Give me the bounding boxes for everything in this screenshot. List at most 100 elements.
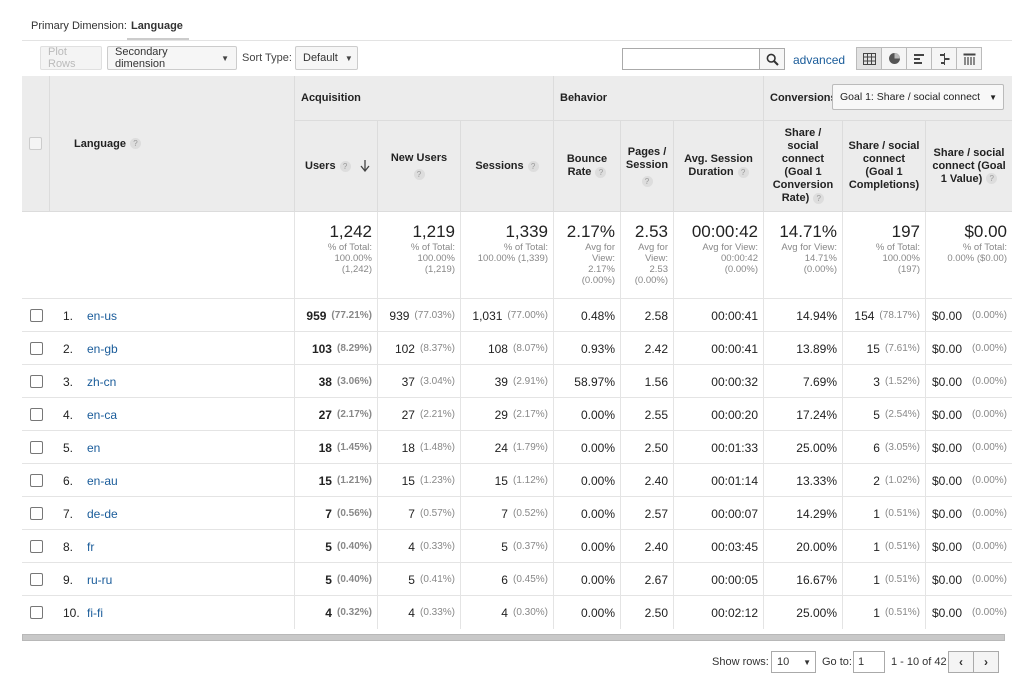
conv-rate-cell: 17.24% — [764, 398, 843, 431]
sessions-cell-value: 5 — [501, 539, 508, 554]
select-all-checkbox[interactable] — [29, 137, 42, 150]
language-link[interactable]: en-us — [87, 309, 117, 323]
language-link[interactable]: en-au — [87, 474, 118, 488]
help-icon[interactable]: ? — [986, 173, 998, 185]
row-checkbox[interactable] — [29, 342, 43, 355]
language-link[interactable]: zh-cn — [87, 375, 116, 389]
advanced-filter-link[interactable]: advanced — [793, 53, 845, 67]
avg-duration-cell-value: 00:00:07 — [711, 506, 758, 521]
row-checkbox[interactable] — [29, 573, 43, 586]
row-checkbox[interactable] — [29, 474, 43, 487]
language-cell: 6. en-au — [50, 464, 295, 497]
show-rows-select[interactable]: 10 ▼ — [771, 651, 816, 673]
pages-session-column-header[interactable]: Pages / Session? — [621, 121, 674, 212]
conv-rate-total: 14.71% Avg for View: 14.71% (0.00%) — [764, 212, 843, 298]
sessions-cell-percent: (1.79%) — [512, 442, 548, 453]
sessions-column-header[interactable]: Sessions? — [461, 121, 554, 212]
row-number: 1. — [63, 308, 74, 323]
new-users-column-header[interactable]: New Users? — [378, 121, 461, 212]
secondary-dimension-dropdown[interactable]: Secondary dimension ▼ — [107, 46, 237, 70]
goal-conversion-rate-column-header[interactable]: Share / social connect (Goal 1 Conversio… — [764, 121, 843, 212]
row-checkbox[interactable] — [29, 540, 43, 553]
pivot-view-icon[interactable] — [956, 47, 982, 70]
chevron-left-icon: ‹ — [959, 655, 963, 669]
row-number: 6. — [63, 473, 74, 488]
language-link[interactable]: en-gb — [87, 342, 118, 356]
help-icon[interactable]: ? — [595, 166, 607, 178]
row-checkbox[interactable] — [29, 606, 43, 619]
sessions-cell-value: 24 — [494, 440, 508, 455]
users-cell: 103 (8.29%) — [295, 332, 378, 365]
chevron-down-icon: ▼ — [344, 53, 353, 63]
pages-session-cell: 2.57 — [621, 497, 674, 530]
conv-rate-cell: 14.94% — [764, 299, 843, 332]
behavior-label: Behavior — [560, 92, 608, 104]
conv-rate-cell-value: 17.24% — [796, 407, 837, 422]
search-button[interactable] — [759, 48, 785, 70]
new-users-cell-percent: (1.23%) — [419, 475, 455, 486]
row-checkbox[interactable] — [29, 507, 43, 520]
bounce-rate-column-header[interactable]: Bounce Rate? — [554, 121, 621, 212]
table-search-input[interactable] — [622, 48, 760, 70]
users-column-header[interactable]: Users? — [295, 121, 378, 212]
goal-completions-column-header[interactable]: Share / social connect (Goal 1 Completio… — [843, 121, 926, 212]
goal-value-column-header[interactable]: Share / social connect (Goal 1 Value)? — [926, 121, 1012, 212]
sort-type-dropdown[interactable]: Default ▼ — [295, 46, 358, 70]
sessions-cell-value: 29 — [494, 407, 508, 422]
sessions-cell: 39 (2.91%) — [461, 365, 554, 398]
value-cell-percent: (0.00%) — [971, 607, 1007, 618]
search-icon — [766, 53, 779, 66]
language-link[interactable]: ru-ru — [87, 573, 112, 587]
bounce-rate-cell-value: 0.93% — [580, 341, 615, 356]
pages-session-cell: 2.55 — [621, 398, 674, 431]
row-checkbox-cell — [22, 464, 50, 497]
row-checkbox[interactable] — [29, 441, 43, 454]
new-users-cell: 939 (77.03%) — [378, 299, 461, 332]
row-checkbox[interactable] — [29, 375, 43, 388]
value-cell-value: $0.00 — [932, 506, 963, 521]
previous-page-button[interactable]: ‹ — [948, 651, 974, 673]
value-cell-percent: (0.00%) — [971, 310, 1007, 321]
language-link[interactable]: en-ca — [87, 408, 117, 422]
pie-view-icon[interactable] — [881, 47, 907, 70]
avg-session-duration-column-header[interactable]: Avg. Session Duration? — [674, 121, 764, 212]
language-link[interactable]: de-de — [87, 507, 118, 521]
help-icon[interactable]: ? — [737, 166, 749, 178]
help-icon[interactable]: ? — [339, 160, 351, 172]
bounce-rate-cell: 0.00% — [554, 464, 621, 497]
row-checkbox-cell — [22, 596, 50, 629]
help-icon[interactable]: ? — [641, 175, 653, 187]
help-icon[interactable]: ? — [413, 169, 425, 180]
plot-rows-button[interactable]: Plot Rows — [40, 46, 102, 70]
new-users-cell-value: 4 — [408, 605, 415, 620]
help-icon[interactable]: ? — [129, 138, 141, 149]
goal-select-dropdown[interactable]: Goal 1: Share / social connect ▼ — [832, 84, 1004, 110]
users-cell: 18 (1.45%) — [295, 431, 378, 464]
sort-descending-icon — [360, 160, 370, 172]
horizontal-scrollbar[interactable] — [22, 634, 1005, 641]
help-icon[interactable]: ? — [813, 192, 825, 204]
users-cell: 27 (2.17%) — [295, 398, 378, 431]
new-users-cell-value: 939 — [389, 308, 410, 323]
avg-duration-cell: 00:03:45 — [674, 530, 764, 563]
row-number: 2. — [63, 341, 74, 356]
comparison-view-icon[interactable] — [931, 47, 957, 70]
totals-row: 1,242% of Total: 100.00% (1,242) 1,219% of… — [22, 212, 1012, 298]
language-column-header[interactable]: Language? — [50, 76, 295, 212]
completions-cell-percent: (0.51%) — [884, 541, 920, 552]
language-link[interactable]: en — [87, 441, 100, 455]
primary-dimension-language[interactable]: Language — [131, 20, 183, 32]
next-page-button[interactable]: › — [973, 651, 999, 673]
language-link[interactable]: fr — [87, 540, 94, 554]
sessions-cell: 5 (0.37%) — [461, 530, 554, 563]
row-checkbox[interactable] — [29, 408, 43, 421]
users-header-label: Users — [305, 159, 336, 172]
users-cell-percent: (8.29%) — [336, 343, 372, 354]
help-icon[interactable]: ? — [527, 160, 539, 172]
language-link[interactable]: fi-fi — [87, 606, 103, 620]
table-view-icon[interactable] — [856, 47, 882, 70]
performance-view-icon[interactable] — [906, 47, 932, 70]
goto-page-input[interactable]: 1 — [853, 651, 885, 673]
row-checkbox-cell — [22, 530, 50, 563]
row-checkbox[interactable] — [29, 309, 43, 322]
